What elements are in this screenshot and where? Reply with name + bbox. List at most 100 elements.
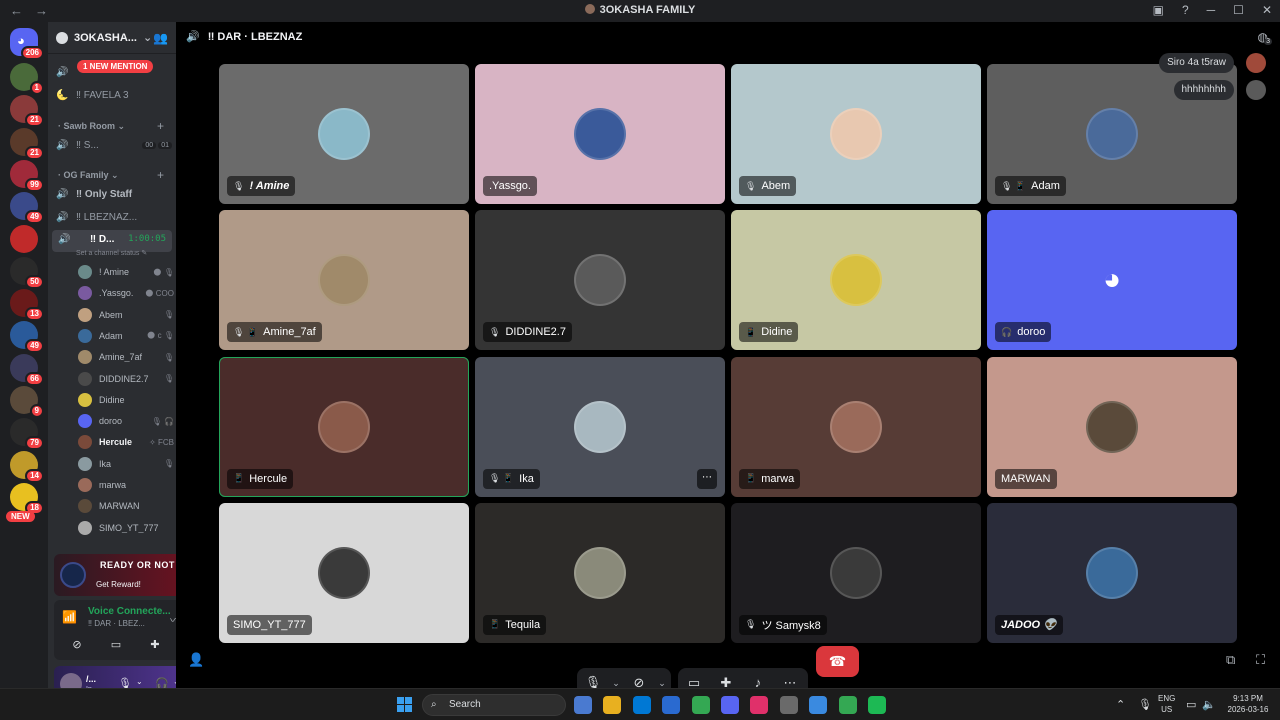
server-icon[interactable]: 50 — [10, 256, 44, 289]
voice-user[interactable]: Amine_7af 🎙 — [78, 348, 174, 366]
taskbar-app-icon[interactable] — [750, 696, 769, 714]
server-icon[interactable]: 21 — [10, 95, 44, 128]
server-icon[interactable]: 9 — [10, 386, 44, 418]
screen-share-icon[interactable]: ▭ — [101, 638, 131, 656]
voice-user[interactable]: Hercule ✧ FCB — [78, 433, 174, 451]
participant-tile[interactable]: 🎙 ツ Samysk8 — [731, 502, 981, 643]
participant-tile[interactable]: 🎙 Abem — [731, 64, 981, 204]
taskbar-app-icon[interactable] — [632, 696, 651, 714]
server-icon[interactable]: 66 — [10, 353, 44, 386]
category-og-family[interactable]: · OG Family ⌄ — [58, 170, 119, 181]
channel-lbeznaz[interactable]: 🔊 ‼ LBEZNAZ... — [56, 208, 137, 226]
promo-cta[interactable]: Get Reward! — [96, 580, 141, 589]
participant-tile[interactable]: SIMO_YT_777 — [219, 502, 469, 643]
participant-tile[interactable]: JADOO 👽 — [987, 502, 1237, 643]
more-options-button[interactable]: ⋯ — [697, 468, 717, 489]
taskbar-app-icon[interactable] — [603, 696, 622, 714]
server-icon[interactable]: 79 — [10, 418, 44, 451]
add-channel-icon[interactable]: + — [157, 119, 164, 133]
voice-user[interactable]: MARWAN — [78, 497, 174, 515]
invite-icon[interactable]: 👤 — [188, 652, 204, 668]
taskbar-app-icon[interactable] — [838, 696, 857, 714]
new-mention-pill[interactable]: 1 NEW MENTION — [77, 60, 154, 73]
signal-icon[interactable]: 📶 — [62, 610, 77, 624]
network-icon[interactable]: ▭ — [1186, 698, 1196, 711]
activities-icon[interactable]: ✚ — [140, 638, 170, 656]
voice-user[interactable]: doroo 🎙 🎧 — [78, 412, 174, 430]
voice-user[interactable]: SIMO_YT_777 — [78, 519, 174, 537]
server-icon[interactable]: 14 — [10, 450, 44, 483]
taskbar-app-icon[interactable] — [574, 696, 592, 714]
channel-only-staff[interactable]: 🔊 ‼ Only Staff — [56, 185, 132, 203]
chevron-up-icon[interactable]: ⌃ — [1116, 698, 1125, 711]
add-channel-icon[interactable]: + — [157, 168, 164, 182]
channel-sawb[interactable]: 🔊 ‼ S... 00 01 — [56, 136, 172, 154]
fullscreen-icon[interactable]: ⛶ — [1256, 652, 1265, 668]
participant-tile[interactable]: .Yassgo. — [475, 64, 725, 204]
voice-user[interactable]: DIDDINE2.7 🎙 — [78, 370, 174, 388]
chevron-down-icon[interactable]: ⌄ — [136, 677, 143, 686]
taskbar-app-icon[interactable] — [779, 696, 798, 714]
taskbar-app-icon[interactable] — [868, 696, 886, 714]
voice-user[interactable]: ! Amine 🌑 🎙 — [78, 263, 174, 281]
windows-start-icon[interactable] — [397, 697, 412, 712]
help-icon[interactable]: ? — [1182, 3, 1189, 17]
headphones-icon[interactable]: 🎧 — [155, 677, 169, 688]
disconnect-button[interactable]: ☎ — [816, 646, 859, 677]
voice-user[interactable]: marwa — [78, 476, 174, 494]
server-icon[interactable] — [10, 224, 38, 253]
minimize-icon[interactable]: ─ — [1207, 3, 1216, 17]
server-icon[interactable]: 49 — [10, 192, 44, 225]
voice-status[interactable]: Voice Connecte... — [88, 606, 171, 617]
server-icon[interactable]: 21 — [10, 127, 44, 160]
promo-card[interactable]: READY OR NOT Get Reward! — [54, 554, 176, 596]
participant-tile[interactable]: 📱 marwa — [731, 356, 981, 497]
participant-tile[interactable]: 📱 Hercule — [219, 356, 469, 497]
channel-voice-1[interactable]: 🔊 — [56, 63, 76, 81]
home-button[interactable]: ◕ 206 — [10, 28, 44, 60]
clock[interactable]: 9:13 PM 2026-03-16 — [1222, 693, 1274, 715]
channel-favela[interactable]: 🌜 ‼ FAVELA 3 — [56, 86, 129, 104]
participant-tile[interactable]: 📱 Tequila — [475, 502, 725, 643]
voice-channel-name[interactable]: ‼ DAR · LBEZ... — [88, 619, 145, 628]
camera-off-icon[interactable]: ⊘ — [62, 638, 92, 656]
taskbar-app-icon[interactable] — [721, 696, 739, 714]
notifications-icon[interactable]: ◍ 3 — [1258, 30, 1272, 45]
microphone-icon[interactable]: 🎙 — [1138, 698, 1152, 711]
participant-tile[interactable]: 🎙 📱 Amine_7af — [219, 210, 469, 351]
inbox-icon[interactable]: ▣ — [1153, 3, 1164, 17]
channel-status-hint[interactable]: Set a channel status ✎ — [76, 249, 147, 257]
popout-icon[interactable]: ⧉ — [1226, 652, 1235, 668]
participant-tile[interactable]: 🎙! Amine — [219, 64, 469, 204]
voice-user[interactable]: Ika 🎙 — [78, 455, 174, 473]
server-icon[interactable]: 1 — [10, 63, 44, 95]
guild-header[interactable]: 3OKASHA... ⌄ 👥 — [48, 22, 176, 54]
microphone-icon[interactable]: 🎙 — [118, 677, 132, 688]
avatar[interactable] — [60, 673, 82, 688]
volume-icon[interactable]: 🔈 — [1202, 698, 1216, 711]
category-sawb-room[interactable]: · Sawb Room ⌄ — [58, 121, 125, 132]
voice-user[interactable]: Didine — [78, 391, 174, 409]
server-icon[interactable]: 99 — [10, 159, 44, 192]
participant-tile[interactable]: MARWAN — [987, 356, 1237, 497]
participant-tile[interactable]: ◕ 🎧 doroo — [987, 210, 1237, 351]
taskbar-search[interactable]: ⌕ Search — [422, 694, 566, 716]
participant-tile[interactable]: 📱 Didine — [731, 210, 981, 351]
taskbar-app-icon[interactable] — [809, 696, 828, 714]
language-indicator[interactable]: ENG US — [1158, 693, 1175, 715]
voice-user[interactable]: Abem 🎙 — [78, 306, 174, 324]
participant-tile[interactable]: 🎙 DIDDINE2.7 — [475, 210, 725, 351]
server-icon[interactable]: 13 — [10, 289, 44, 322]
close-icon[interactable]: ✕ — [1262, 3, 1272, 17]
chat-bubble[interactable]: Siro 4a t5raw — [1159, 53, 1234, 73]
server-icon[interactable]: 49 — [10, 321, 44, 354]
voice-user[interactable]: Adam 🌑 c 🎙 — [78, 327, 174, 345]
voice-user[interactable]: .Yassgo. 🌑 COO — [78, 284, 174, 302]
chat-bubble[interactable]: hhhhhhhh — [1173, 80, 1234, 100]
add-user-icon[interactable]: 👥 — [153, 31, 168, 45]
server-icon[interactable]: 18 — [10, 482, 44, 515]
taskbar-app-icon[interactable] — [691, 696, 710, 714]
taskbar-app-icon[interactable] — [662, 696, 681, 714]
maximize-icon[interactable]: ☐ — [1233, 3, 1244, 17]
participant-tile[interactable]: 🎙 📱 Ika ⋯ — [475, 356, 725, 497]
